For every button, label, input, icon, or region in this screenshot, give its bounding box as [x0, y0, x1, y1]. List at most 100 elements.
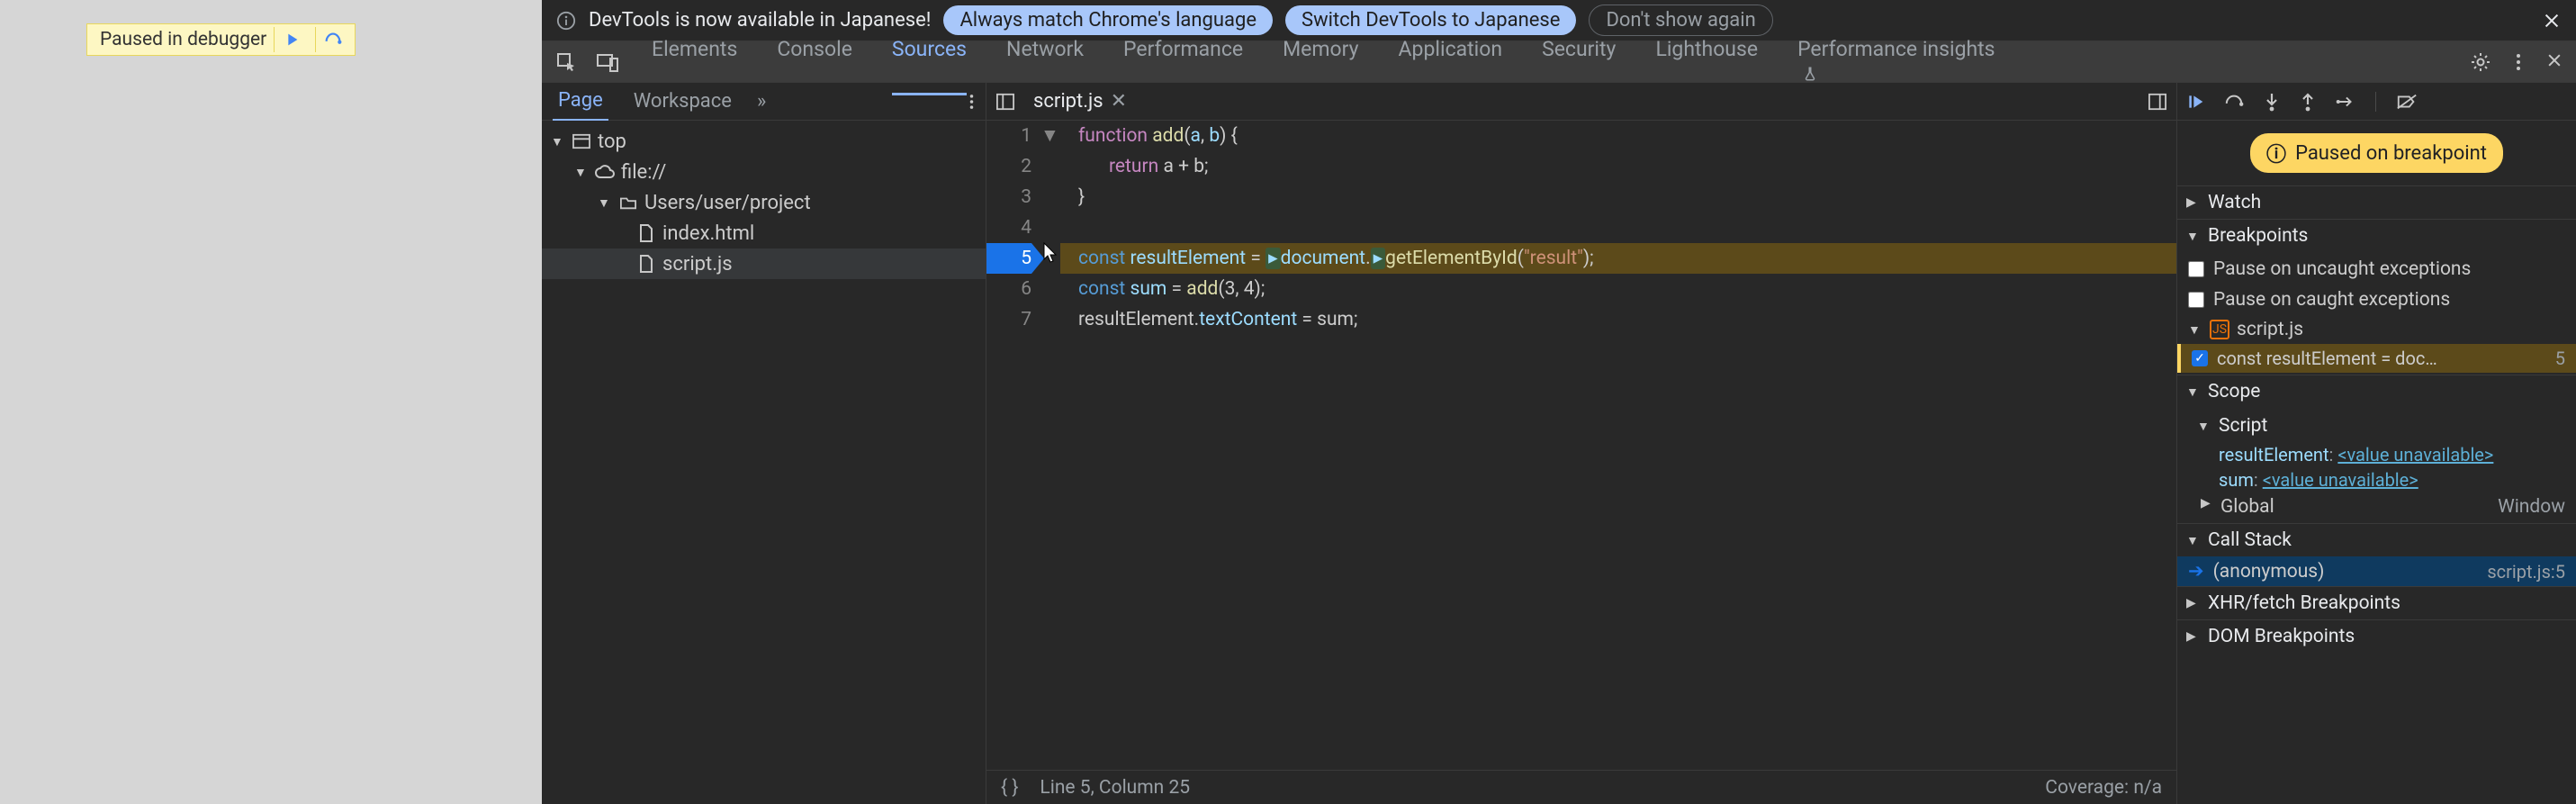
chevron-right-icon: ▶: [2186, 195, 2201, 210]
xhr-breakpoints-header[interactable]: ▶XHR/fetch Breakpoints: [2177, 587, 2576, 619]
breakpoints-section: ▼Breakpoints Pause on uncaught exception…: [2177, 219, 2576, 375]
scope-variable[interactable]: resultElement: <value unavailable>: [2177, 442, 2576, 467]
line-gutter[interactable]: 1 2 3 4 5 6 7: [986, 121, 1040, 770]
fold-gutter[interactable]: ▼: [1040, 121, 1060, 770]
breakpoint-entry[interactable]: ✓ const resultElement = doc… 5: [2177, 344, 2576, 373]
watch-header[interactable]: ▶Watch: [2177, 186, 2576, 219]
tree-label: script.js: [662, 253, 733, 276]
pretty-print-button[interactable]: { }: [1001, 777, 1018, 799]
breakpoint-line-number: 5: [2555, 348, 2565, 369]
overlay-resume-button[interactable]: [274, 27, 308, 52]
close-icon: [2545, 51, 2563, 69]
debugger-pane: ⓘ Paused on breakpoint ▶Watch ▼Breakpoin…: [2176, 83, 2576, 804]
callstack-header[interactable]: ▼Call Stack: [2177, 524, 2576, 556]
code-editor[interactable]: 1 2 3 4 5 6 7 ▼ function add(a, b) { ret…: [986, 121, 2176, 770]
step-over-button[interactable]: [2224, 93, 2244, 111]
navigator-overflow-button[interactable]: »: [757, 90, 766, 113]
deactivate-breakpoints-button[interactable]: [2396, 93, 2418, 111]
paused-badge-wrap: ⓘ Paused on breakpoint: [2177, 121, 2576, 185]
chevron-right-icon: ▶: [2186, 629, 2201, 644]
devtools-toolbar: Elements Console Sources Network Perform…: [542, 41, 2576, 83]
tree-node-index-html[interactable]: index.html: [542, 218, 986, 248]
code-content[interactable]: function add(a, b) { return a + b; } con…: [1060, 121, 2176, 770]
callstack-frame[interactable]: ➔ (anonymous) script.js:5: [2177, 556, 2576, 586]
gutter-line[interactable]: 1: [986, 121, 1031, 151]
tree-node-scheme[interactable]: ▼ file://: [542, 157, 986, 187]
chevron-down-icon: ▼: [2186, 384, 2201, 400]
inspect-element-button[interactable]: [554, 51, 578, 73]
sources-workspace: Page Workspace » ▼ top ▼ file:// ▼: [542, 83, 2576, 804]
file-tree: ▼ top ▼ file:// ▼ Users/user/project ind…: [542, 121, 986, 804]
dom-breakpoints-header[interactable]: ▶DOM Breakpoints: [2177, 620, 2576, 653]
tree-node-folder[interactable]: ▼ Users/user/project: [542, 187, 986, 218]
paused-badge-text: Paused on breakpoint: [2295, 142, 2487, 165]
frame-function: (anonymous): [2213, 561, 2325, 583]
editor-statusbar: { } Line 5, Column 25 Coverage: n/a: [986, 770, 2176, 804]
gutter-line[interactable]: 2: [986, 151, 1031, 182]
toggle-navigator-button[interactable]: [995, 93, 1017, 111]
tree-node-top[interactable]: ▼ top: [542, 126, 986, 157]
pause-uncaught-checkbox[interactable]: Pause on uncaught exceptions: [2177, 254, 2576, 285]
pause-caught-checkbox[interactable]: Pause on caught exceptions: [2177, 285, 2576, 315]
breakpoint-checkbox[interactable]: ✓: [2192, 350, 2208, 366]
navigator-tab-workspace[interactable]: Workspace: [628, 83, 737, 120]
scope-script-header[interactable]: ▼Script: [2177, 410, 2576, 442]
close-devtools-button[interactable]: [2545, 51, 2563, 73]
devtools-panel: DevTools is now available in Japanese! A…: [542, 0, 2576, 804]
inline-value-badge[interactable]: ▸: [1371, 248, 1386, 269]
chevron-right-icon: ▶: [2186, 596, 2201, 610]
close-icon: [2542, 11, 2562, 31]
close-tab-button[interactable]: ✕: [1111, 90, 1127, 113]
kebab-icon: [968, 92, 975, 112]
gutter-line[interactable]: 6: [986, 274, 1031, 304]
kebab-icon: [2515, 51, 2522, 73]
step-over-icon: [2224, 93, 2244, 111]
inline-value-badge[interactable]: ▸: [1265, 248, 1281, 269]
breakpoint-file-name: script.js: [2237, 319, 2303, 340]
device-toolbar-button[interactable]: [596, 51, 619, 73]
breakpoints-header[interactable]: ▼Breakpoints: [2177, 220, 2576, 252]
step-out-button[interactable]: [2300, 92, 2316, 112]
step-into-icon: [2264, 92, 2280, 112]
scope-header[interactable]: ▼Scope: [2177, 375, 2576, 408]
code-line: resultElement.textContent = sum;: [1060, 304, 2176, 335]
chevron-down-icon: ▼: [2186, 533, 2201, 548]
gutter-line[interactable]: 3: [986, 182, 1031, 212]
tree-label: index.html: [662, 222, 754, 245]
breakpoint-file-group[interactable]: ▼ JS script.js: [2177, 315, 2576, 344]
step-over-icon: [323, 30, 343, 50]
step-button[interactable]: [2336, 94, 2355, 110]
folder-icon: [617, 194, 639, 211]
scope-global-header[interactable]: ▶GlobalWindow: [2177, 492, 2576, 521]
editor-tab-script-js[interactable]: script.js ✕: [1024, 85, 1136, 118]
file-icon: [635, 254, 657, 274]
more-menu-button[interactable]: [2515, 51, 2522, 73]
fold-toggle[interactable]: ▼: [1040, 121, 1060, 151]
play-icon: [2186, 93, 2204, 111]
editor-tab-label: script.js: [1033, 90, 1103, 113]
cursor-position: Line 5, Column 25: [1040, 777, 1190, 799]
infobar-close-button[interactable]: [2542, 11, 2562, 31]
navigator-more-button[interactable]: [968, 92, 975, 112]
separator: [2375, 92, 2376, 112]
chevron-down-icon: ▼: [551, 134, 565, 149]
overlay-step-button[interactable]: [315, 27, 349, 52]
tree-label: file://: [621, 161, 666, 184]
toggle-details-button[interactable]: [2148, 93, 2167, 111]
chevron-right-icon: ▶: [2201, 496, 2215, 518]
settings-button[interactable]: [2470, 51, 2491, 73]
step-into-button[interactable]: [2264, 92, 2280, 112]
paused-in-debugger-overlay: Paused in debugger: [86, 23, 356, 56]
scope-variable[interactable]: sum: <value unavailable>: [2177, 467, 2576, 492]
inspect-icon: [555, 51, 577, 73]
tree-label: top: [598, 131, 626, 153]
panel-right-icon: [2148, 93, 2167, 111]
resume-button[interactable]: [2186, 93, 2204, 111]
gutter-line[interactable]: 7: [986, 304, 1031, 335]
tree-label: Users/user/project: [644, 192, 811, 214]
file-icon: [635, 223, 657, 243]
gutter-line[interactable]: 4: [986, 212, 1031, 243]
tree-node-script-js[interactable]: script.js: [542, 248, 986, 279]
navigator-tab-page[interactable]: Page: [553, 83, 608, 121]
gutter-line-breakpoint[interactable]: 5: [986, 243, 1031, 274]
